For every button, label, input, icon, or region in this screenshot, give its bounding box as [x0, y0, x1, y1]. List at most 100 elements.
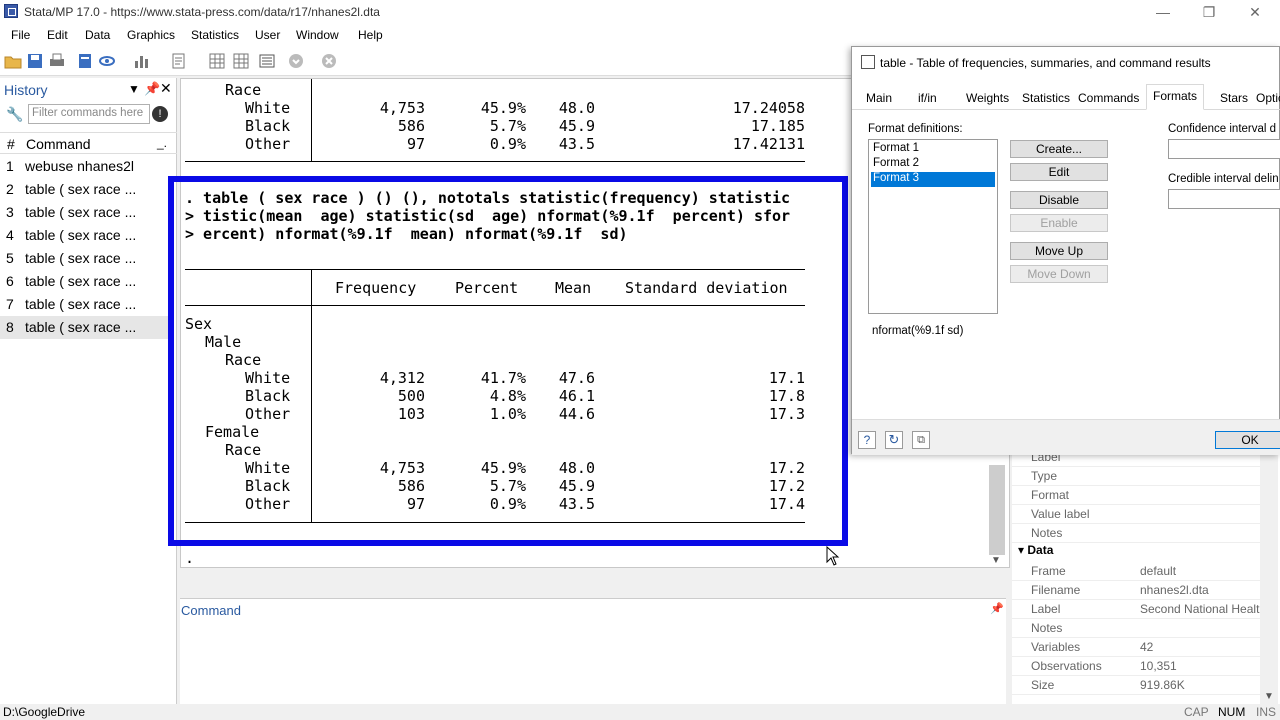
minimize-button[interactable]: —: [1140, 0, 1186, 24]
help-icon[interactable]: ?: [858, 431, 876, 449]
scroll-down-arrow-icon[interactable]: ▼: [991, 555, 1001, 566]
property-key: Frame: [1031, 564, 1066, 578]
tab-main[interactable]: Main: [860, 87, 898, 109]
prompt: .: [185, 549, 195, 567]
move-down-button[interactable]: Move Down: [1010, 265, 1108, 283]
graph-icon[interactable]: [132, 52, 150, 70]
history-row[interactable]: 6 table ( sex race ...: [0, 270, 170, 293]
data-editor-browse-icon[interactable]: [232, 52, 250, 70]
move-up-button[interactable]: Move Up: [1010, 242, 1108, 260]
menu-data[interactable]: Data: [85, 28, 110, 42]
table-cell-sd: 17.24058: [732, 99, 805, 117]
create-button[interactable]: Create...: [1010, 140, 1108, 158]
data-editor-edit-icon[interactable]: [208, 52, 226, 70]
menu-statistics[interactable]: Statistics: [191, 28, 239, 42]
tab-ifin[interactable]: if/in: [912, 87, 943, 109]
history-title: History: [4, 82, 48, 98]
tab-weights[interactable]: Weights: [960, 87, 1015, 109]
tab-optio[interactable]: Optio: [1250, 87, 1280, 109]
menu-user[interactable]: User: [255, 28, 280, 42]
info-icon[interactable]: !: [152, 106, 168, 122]
mouse-cursor-icon: [826, 546, 840, 566]
history-row-command: table ( sex race ...: [25, 250, 137, 266]
property-value: Second National Healt: [1140, 602, 1260, 616]
menu-edit[interactable]: Edit: [47, 28, 68, 42]
column-expand-icon[interactable]: _.: [157, 136, 167, 150]
edit-button[interactable]: Edit: [1010, 163, 1108, 181]
close-panel-icon[interactable]: ✕: [160, 80, 172, 97]
history-row[interactable]: 2 table ( sex race ...: [0, 178, 170, 201]
save-icon[interactable]: [26, 52, 44, 70]
tab-stars[interactable]: Stars: [1214, 87, 1254, 109]
pin-icon[interactable]: 📌: [144, 81, 160, 97]
table-cell-pct: 0.9%: [489, 135, 526, 153]
close-button[interactable]: ✕: [1232, 0, 1278, 24]
data-section-toggle[interactable]: ▾ Data: [1018, 543, 1053, 557]
stata-app-icon: [4, 4, 18, 18]
tab-statistics[interactable]: Statistics: [1016, 87, 1076, 109]
property-value: 42: [1140, 640, 1154, 654]
history-row-number: 6: [6, 273, 14, 289]
enable-button[interactable]: Enable: [1010, 214, 1108, 232]
format-definitions-list[interactable]: Format 1 Format 2 Format 3: [868, 139, 998, 314]
command-input[interactable]: [180, 623, 1006, 703]
restore-button[interactable]: ❐: [1186, 0, 1232, 24]
col-number-header[interactable]: #: [7, 136, 15, 152]
history-row[interactable]: 7 table ( sex race ...: [0, 293, 170, 316]
property-key: Label: [1031, 602, 1061, 616]
break-icon[interactable]: [320, 52, 338, 70]
format-list-item[interactable]: Format 2: [871, 157, 995, 172]
history-row[interactable]: 3 table ( sex race ...: [0, 201, 170, 224]
property-row: Notes: [1012, 619, 1272, 638]
more-icon[interactable]: [287, 52, 305, 70]
property-value: default: [1140, 564, 1177, 578]
menu-help[interactable]: Help: [358, 28, 383, 42]
credible-interval-input[interactable]: [1168, 189, 1280, 209]
pin-icon[interactable]: 📌: [990, 602, 1004, 615]
table-cell-label: White: [245, 99, 291, 117]
history-row-command: table ( sex race ...: [25, 204, 137, 220]
viewer-eye-icon[interactable]: [98, 52, 116, 70]
property-key: Type: [1031, 469, 1058, 483]
history-row[interactable]: 4 table ( sex race ...: [0, 224, 170, 247]
reset-icon[interactable]: ↻: [885, 431, 903, 449]
table-cell-freq: 586: [397, 117, 425, 135]
menu-window[interactable]: Window: [296, 28, 339, 42]
history-row-selected[interactable]: 8 table ( sex race ...: [0, 316, 170, 339]
property-row: Label Second National Healt: [1012, 600, 1272, 619]
results-scrollbar-thumb[interactable]: [989, 465, 1005, 555]
tab-commands[interactable]: Commands: [1072, 87, 1145, 109]
table-rule: [185, 161, 805, 162]
col-command-header[interactable]: Command: [26, 136, 91, 152]
table-cell-pct: 45.9%: [480, 99, 526, 117]
format-list-item-selected[interactable]: Format 3: [871, 172, 995, 187]
property-key: Filename: [1031, 583, 1081, 597]
copy-command-icon[interactable]: ⧉: [912, 431, 930, 449]
history-filter-input[interactable]: Filter commands here: [28, 104, 150, 124]
format-list-item[interactable]: Format 1: [871, 142, 995, 157]
log-icon[interactable]: [76, 52, 94, 70]
tab-formats[interactable]: Formats: [1146, 84, 1205, 110]
menu-file[interactable]: File: [11, 28, 30, 42]
open-folder-icon[interactable]: [4, 52, 22, 70]
scroll-down-arrow-icon[interactable]: ▼: [1264, 691, 1274, 702]
property-value: 10,351: [1140, 659, 1177, 673]
variables-manager-icon[interactable]: [258, 52, 276, 70]
history-row-number: 2: [6, 181, 14, 197]
disable-button[interactable]: Disable: [1010, 191, 1108, 209]
history-row-command: table ( sex race ...: [25, 181, 137, 197]
command-panel-title: Command: [181, 603, 241, 618]
menu-bar: File Edit Data Graphics Statistics User …: [0, 24, 1280, 46]
menu-graphics[interactable]: Graphics: [127, 28, 175, 42]
wrench-icon[interactable]: 🔧: [6, 106, 23, 123]
history-row-number: 4: [6, 227, 14, 243]
print-icon[interactable]: [48, 52, 66, 70]
confidence-interval-input[interactable]: [1168, 139, 1280, 159]
do-file-editor-icon[interactable]: [170, 52, 188, 70]
ok-button[interactable]: OK: [1215, 431, 1280, 449]
title-bar: Stata/MP 17.0 - https://www.stata-press.…: [0, 0, 1280, 24]
properties-scrollbar[interactable]: ▼: [1260, 452, 1278, 704]
filter-toggle-icon[interactable]: ▼: [128, 82, 140, 96]
history-row[interactable]: 5 table ( sex race ...: [0, 247, 170, 270]
history-row[interactable]: 1 webuse nhanes2l: [0, 155, 170, 178]
